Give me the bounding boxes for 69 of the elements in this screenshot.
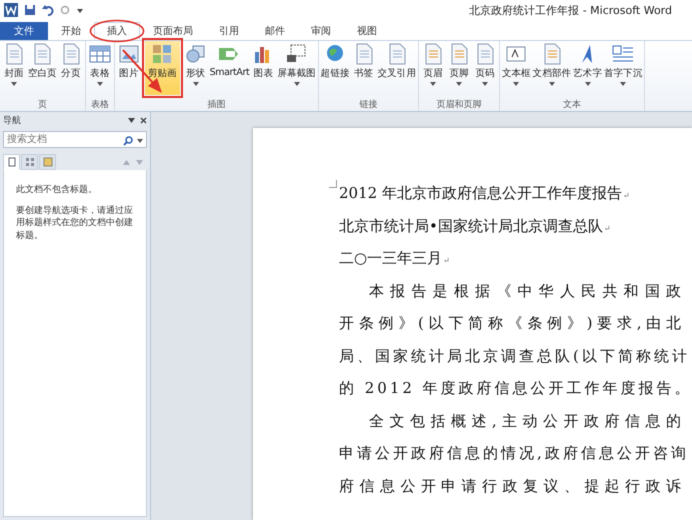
document-text-line: 申请公开政府信息的情况,政府信息公开咨询 [339, 444, 684, 464]
search-field[interactable]: 搜索文档 [3, 131, 147, 148]
ribbon-tab[interactable]: 视图 [344, 22, 390, 40]
navigation-view-tab[interactable] [3, 154, 20, 170]
window-title: 北京政府统计工作年报 - Microsoft Word [469, 2, 672, 18]
search-options-caret-icon[interactable] [137, 139, 143, 143]
ribbon-button[interactable]: 文本框 [500, 41, 532, 95]
picture-icon [116, 43, 141, 65]
document-heading: 北京市统计局•国家统计局北京调查总队 [339, 216, 603, 234]
document-text-line: 开条例》(以下简称《条例》)要求,由北 [339, 314, 684, 334]
close-icon[interactable] [140, 117, 147, 124]
search-icon[interactable] [123, 136, 133, 146]
document-heading: 2012 年北京市政府信息公开工作年度报告 [339, 184, 622, 202]
document-text-line: 全文包括概述,主动公开政府信息的 [368, 412, 684, 432]
ribbon-group-label: 页 [38, 99, 47, 111]
ribbon-button[interactable]: 表格 [86, 41, 113, 95]
ribbon-button[interactable]: 屏幕截图 [276, 41, 317, 95]
navigation-message: 要创建导航选项卡，请通过应用标题样式在您的文档中创建标题。 [16, 204, 134, 242]
ribbon-tab[interactable]: 开始 [48, 22, 94, 40]
paragraph-mark: ↵ [604, 224, 611, 232]
file-tab[interactable]: 文件 [0, 22, 48, 40]
ribbon-button[interactable]: 空白页 [27, 41, 58, 95]
table-icon [88, 43, 112, 65]
navigation-view-tab[interactable] [39, 154, 56, 170]
headings-view-icon [6, 157, 16, 167]
ribbon-group-label: 插图 [207, 98, 226, 111]
ribbon-button[interactable]: 艺术字 [572, 41, 603, 95]
ribbon-button[interactable]: 图片 [116, 41, 142, 95]
margin-corner-mark [329, 180, 337, 188]
ribbon-button[interactable]: 页眉 [420, 41, 446, 95]
save-icon[interactable] [24, 4, 36, 16]
word-logo-icon[interactable] [4, 3, 18, 17]
ribbon-button[interactable]: 书签 [350, 41, 377, 95]
navigation-title: 导航 [3, 114, 21, 127]
ribbon-tab[interactable]: 引用 [206, 22, 252, 40]
ribbon-button[interactable]: 页码 [472, 41, 498, 95]
navigation-view-tab[interactable] [21, 154, 38, 170]
ribbon-group-label: 链接 [359, 98, 378, 111]
ribbon-button[interactable]: 页脚 [446, 41, 472, 95]
document-text-line: 本报告是根据《中华人民共和国政 [368, 282, 684, 302]
undo-icon[interactable] [42, 4, 54, 16]
document-text-line: 府信息公开申请行政复议、提起行政诉 [339, 476, 684, 496]
ribbon-button[interactable]: 图表 [250, 41, 276, 95]
ribbon-button[interactable]: 形状 [182, 41, 209, 95]
ribbon-group-label: 文本 [563, 98, 582, 111]
pane-menu-caret-icon[interactable] [128, 118, 135, 123]
document-heading: 二○一三年三月 [339, 249, 442, 267]
ribbon-tab[interactable]: 页面布局 [140, 22, 206, 40]
ribbon-button[interactable]: 首字下沉 [602, 41, 644, 95]
navigation-message: 此文档不包含标题。 [16, 184, 98, 197]
results-view-icon [42, 157, 52, 167]
ribbon-button[interactable]: 交叉引用 [376, 41, 417, 95]
ribbon-tab[interactable]: 审阅 [298, 22, 344, 40]
paragraph-mark: ↵ [443, 256, 450, 265]
paragraph-mark: ↵ [622, 191, 630, 200]
ribbon-group-label: 表格 [90, 98, 109, 111]
quick-access-caret-icon[interactable] [76, 6, 84, 14]
ribbon-button[interactable]: 超链接 [320, 41, 351, 95]
screenshot-icon [284, 43, 308, 65]
ribbon-button[interactable]: 剪贴画 [144, 41, 180, 95]
ribbon-button[interactable]: 分页 [58, 41, 84, 95]
ribbon-button[interactable]: SmartArt [208, 41, 250, 95]
document-text-line: 局、国家统计局北京调查总队(以下简称统计 [339, 346, 684, 366]
ribbon-button[interactable]: 文档部件 [532, 41, 572, 95]
ribbon-tab[interactable]: 邮件 [252, 22, 298, 40]
ribbon-group-label: 页眉和页脚 [436, 98, 482, 111]
document-text-line: 的 2012 年度政府信息公开工作年度报告。 [339, 379, 684, 399]
ribbon-button[interactable]: 封面 [1, 41, 27, 95]
thumbnails-view-icon [24, 157, 34, 167]
